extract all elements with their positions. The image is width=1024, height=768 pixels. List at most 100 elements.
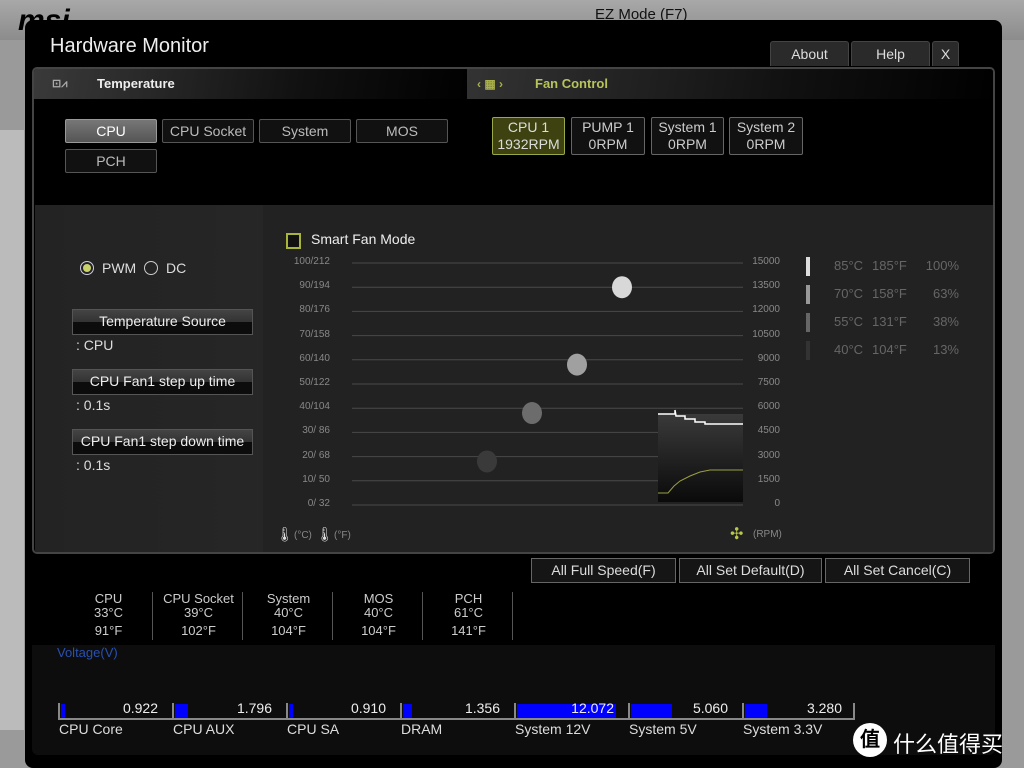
step-fahrenheit: 131°F [872, 314, 907, 329]
fan-control-icon[interactable]: ‹ ▦ › [477, 69, 503, 99]
left-tick-label: 90/194 [299, 280, 330, 292]
step-fahrenheit: 185°F [872, 258, 907, 273]
close-button[interactable]: X [932, 41, 959, 66]
temp-fahrenheit: 102°F [181, 623, 216, 638]
voltage-label: System 5V [629, 721, 697, 737]
voltage-panel [32, 645, 995, 755]
temp-source-cpu-socket[interactable]: CPU Socket [162, 119, 254, 143]
pwm-label: PWM [102, 260, 137, 276]
step-percent: 63% [932, 286, 959, 301]
background-side [0, 130, 24, 730]
temp-name: MOS [363, 591, 394, 606]
help-button[interactable]: Help [851, 41, 930, 66]
temp-celsius: 39°C [183, 605, 214, 620]
voltage-tick [400, 703, 402, 719]
left-tick-label: 30/ 86 [302, 425, 330, 437]
pwm-radio[interactable] [80, 261, 94, 275]
voltage-title: Voltage(V) [57, 645, 118, 660]
voltage-label: CPU Core [59, 721, 123, 737]
curve-point[interactable] [477, 450, 497, 473]
temp-reading: MOS 40°C 104°F [335, 592, 423, 640]
temp-reading: CPU Socket 39°C 102°F [155, 592, 243, 640]
temp-celsius: 61°C [453, 605, 484, 620]
voltage-label: CPU SA [287, 721, 340, 737]
temp-fahrenheit: 141°F [451, 623, 486, 638]
left-tick-label: 10/ 50 [302, 473, 330, 485]
curve-point[interactable] [567, 353, 587, 376]
step-celsius: 40°C [834, 342, 864, 357]
voltage-tick [286, 703, 288, 719]
step-down-time-value: : 0.1s [76, 457, 111, 473]
voltage-label: DRAM [401, 721, 443, 737]
left-tick-label: 20/ 68 [302, 449, 330, 461]
step-up-time-button[interactable]: CPU Fan1 step up time [72, 369, 253, 395]
fan-name: PUMP 1 [582, 119, 634, 135]
voltage-value: 0.922 [122, 700, 158, 716]
fan-system1[interactable]: System 1 0RPM [651, 117, 724, 155]
curve-point[interactable] [612, 276, 632, 299]
voltage-bar [745, 704, 767, 718]
right-tick-label: 1500 [757, 473, 780, 485]
temp-fahrenheit: 104°F [361, 623, 396, 638]
voltage-tick [514, 703, 516, 719]
voltage-axis [58, 718, 855, 720]
step-fahrenheit: 158°F [872, 286, 907, 301]
watermark-text: 什么值得买 [893, 732, 1004, 757]
temp-fahrenheit: 104°F [271, 623, 306, 638]
temp-source-pch[interactable]: PCH [65, 149, 157, 173]
right-tick-label: 4500 [757, 425, 780, 437]
temperature-graph-icon: ⊡⩘ [52, 78, 68, 90]
voltage-value: 1.796 [236, 700, 272, 716]
fan-icon: ✣ [730, 526, 744, 543]
temp-source-cpu[interactable]: CPU [65, 119, 157, 143]
curve-point[interactable] [522, 402, 542, 425]
voltage-tick [628, 703, 630, 719]
temp-celsius: 40°C [273, 605, 304, 620]
voltage-label: System 12V [515, 721, 591, 737]
step-percent: 100% [925, 258, 959, 273]
fahrenheit-thermometer-icon: 🌡 [316, 526, 334, 542]
temperature-source-button[interactable]: Temperature Source [72, 309, 253, 335]
step-celsius: 55°C [834, 314, 864, 329]
all-full-speed-button[interactable]: All Full Speed(F) [531, 558, 676, 583]
about-button[interactable]: About [770, 41, 849, 66]
fan-control-header: Fan Control [535, 76, 608, 91]
left-tick-label: 50/122 [299, 377, 330, 388]
fan-pump1[interactable]: PUMP 1 0RPM [571, 117, 645, 155]
temp-celsius: 33°C [93, 605, 124, 620]
voltage-bar [403, 704, 412, 718]
realtime-graph [658, 414, 743, 502]
step-bar [806, 257, 810, 276]
right-tick-label: 7500 [757, 377, 780, 388]
fan-rpm: 0RPM [746, 136, 786, 152]
smart-fan-checkbox[interactable] [286, 233, 301, 249]
temp-reading: System 40°C 104°F [245, 592, 333, 640]
voltage-value: 5.060 [692, 700, 728, 716]
fan-name: System 1 [658, 119, 717, 135]
step-bar [806, 341, 810, 360]
fan-curve-chart[interactable] [270, 250, 790, 550]
right-tick-label: 15000 [752, 256, 780, 267]
all-set-cancel-button[interactable]: All Set Cancel(C) [825, 558, 970, 583]
temp-reading: CPU 33°C 91°F [65, 592, 153, 640]
voltage-tick [172, 703, 174, 719]
temp-name: PCH [454, 591, 483, 606]
all-set-default-button[interactable]: All Set Default(D) [679, 558, 822, 583]
voltage-label: System 3.3V [743, 721, 823, 737]
step-down-time-button[interactable]: CPU Fan1 step down time [72, 429, 253, 455]
fan-cpu1[interactable]: CPU 1 1932RPM [492, 117, 565, 155]
temp-source-mos[interactable]: MOS [356, 119, 448, 143]
step-celsius: 70°C [834, 286, 864, 301]
fan-system2[interactable]: System 2 0RPM [729, 117, 803, 155]
dc-radio[interactable] [144, 261, 158, 275]
voltage-tick [853, 703, 855, 719]
step-up-time-value: : 0.1s [76, 397, 111, 413]
voltage-tick [742, 703, 744, 719]
left-tick-label: 70/158 [299, 328, 330, 340]
voltage-label: CPU AUX [173, 721, 235, 737]
left-tick-label: 40/104 [299, 401, 330, 413]
right-tick-label: 0 [774, 498, 780, 509]
fan-name: System 2 [736, 119, 796, 135]
left-tick-label: 0/ 32 [307, 498, 330, 509]
temp-source-system[interactable]: System [259, 119, 351, 143]
